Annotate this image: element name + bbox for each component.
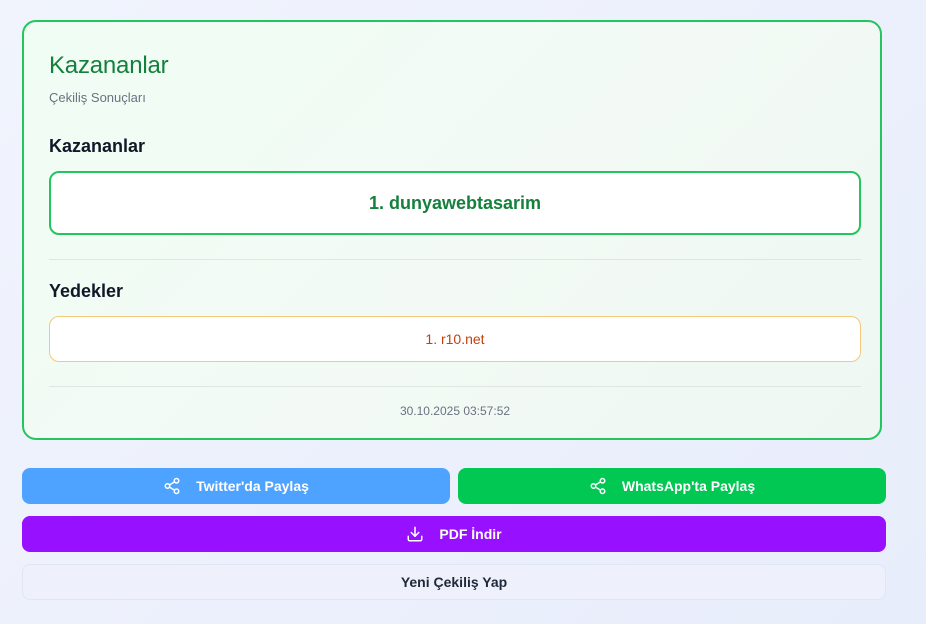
backups-heading: Yedekler (49, 281, 124, 301)
winners-heading: Kazananlar (49, 136, 146, 156)
new-draw-button[interactable]: Yeni Çekiliş Yap (22, 564, 886, 600)
share-icon (589, 477, 607, 495)
winner-item: 1. dunyawebtasarim (49, 171, 861, 235)
card-title: Kazananlar (49, 52, 169, 79)
footer-divider (49, 386, 861, 387)
twitter-share-button[interactable]: Twitter'da Paylaş (22, 468, 450, 504)
pdf-download-label: PDF İndir (439, 526, 502, 542)
share-icon (163, 477, 181, 495)
result-timestamp: 30.10.2025 03:57:52 (399, 404, 511, 418)
results-card: Kazananlar Çekiliş Sonuçları Kazananlar … (22, 20, 882, 440)
twitter-share-label: Twitter'da Paylaş (196, 478, 309, 494)
section-divider (49, 259, 861, 260)
download-icon (406, 525, 424, 543)
pdf-download-button[interactable]: PDF İndir (22, 516, 886, 552)
card-subtitle: Çekiliş Sonuçları (49, 90, 146, 105)
whatsapp-share-button[interactable]: WhatsApp'ta Paylaş (458, 468, 886, 504)
new-draw-label: Yeni Çekiliş Yap (400, 574, 508, 590)
whatsapp-share-label: WhatsApp'ta Paylaş (621, 478, 756, 494)
backup-item: 1. r10.net (49, 316, 861, 362)
